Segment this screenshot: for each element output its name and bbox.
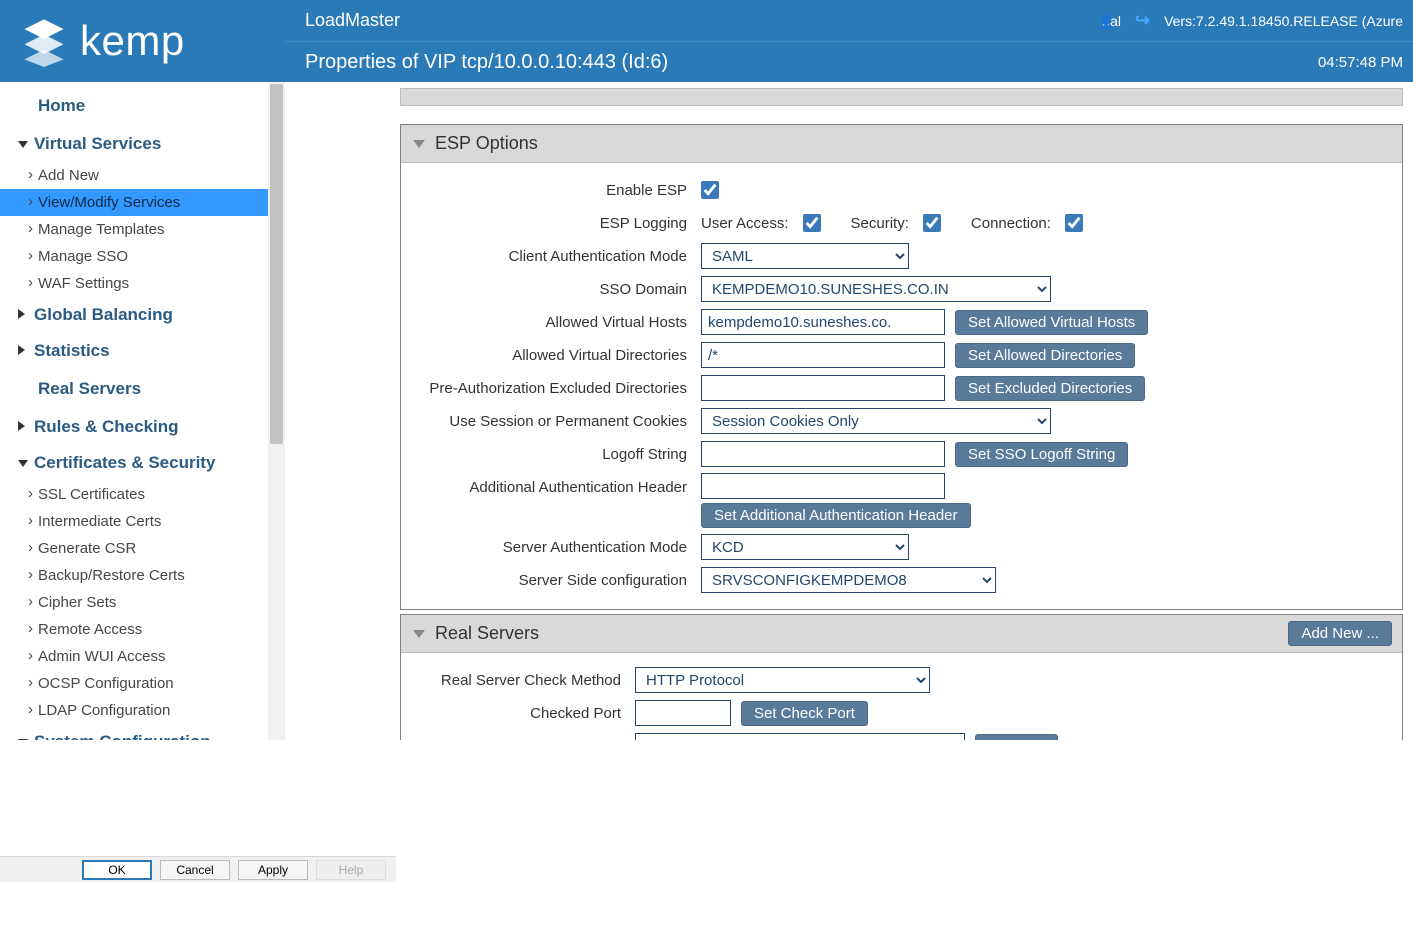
input-logoff-string[interactable] bbox=[701, 441, 945, 467]
app-header: kemp LoadMaster bal Vers:7.2.49.1.18450.… bbox=[0, 0, 1413, 82]
nav-group-statistics[interactable]: Statistics bbox=[0, 333, 268, 369]
nav-sub-ldap[interactable]: LDAP Configuration bbox=[0, 697, 268, 724]
select-client-auth-mode[interactable]: SAML bbox=[701, 243, 909, 269]
panel-esp-options: ESP Options Enable ESP ESP Logging User … bbox=[400, 124, 1403, 610]
nav-list: Home Virtual Services Add New View/Modif… bbox=[0, 82, 268, 740]
button-set-url[interactable]: Set URL bbox=[975, 734, 1058, 741]
kemp-logo-icon bbox=[18, 15, 70, 67]
collapsed-panel-previous[interactable] bbox=[400, 88, 1403, 106]
help-button: Help bbox=[316, 860, 386, 880]
label-checked-port: Checked Port bbox=[415, 705, 635, 722]
checkbox-log-security[interactable] bbox=[923, 214, 941, 232]
label-url: URL bbox=[415, 738, 635, 741]
label-allowed-dirs: Allowed Virtual Directories bbox=[415, 347, 701, 364]
label-enable-esp: Enable ESP bbox=[415, 182, 701, 199]
nav-real-servers[interactable]: Real Servers bbox=[0, 369, 268, 409]
nav-sub-backup-certs[interactable]: Backup/Restore Certs bbox=[0, 562, 268, 589]
nav-sub-remote-access[interactable]: Remote Access bbox=[0, 616, 268, 643]
brand-logo: kemp bbox=[0, 0, 285, 82]
input-url[interactable] bbox=[635, 733, 965, 740]
checkbox-log-connection[interactable] bbox=[1065, 214, 1083, 232]
button-add-new-rs[interactable]: Add New ... bbox=[1288, 621, 1392, 646]
nav-home[interactable]: Home bbox=[0, 86, 268, 126]
app-name: LoadMaster bbox=[305, 10, 400, 31]
label-server-side-cfg: Server Side configuration bbox=[415, 572, 701, 589]
input-add-auth-header[interactable] bbox=[701, 473, 945, 499]
sidebar-scrollbar[interactable] bbox=[268, 82, 285, 740]
nav-sub-manage-templates[interactable]: Manage Templates bbox=[0, 216, 268, 243]
cancel-button[interactable]: Cancel bbox=[160, 860, 230, 880]
ok-button[interactable]: OK bbox=[82, 860, 152, 880]
panel-body-esp: Enable ESP ESP Logging User Access: Secu… bbox=[401, 163, 1402, 609]
label-allowed-hosts: Allowed Virtual Hosts bbox=[415, 314, 701, 331]
button-set-excluded-dirs[interactable]: Set Excluded Directories bbox=[955, 376, 1145, 401]
logout-icon[interactable] bbox=[1135, 10, 1150, 31]
input-allowed-hosts[interactable] bbox=[701, 309, 945, 335]
select-server-auth-mode[interactable]: KCD bbox=[701, 534, 909, 560]
button-set-allowed-dirs[interactable]: Set Allowed Directories bbox=[955, 343, 1135, 368]
version-text: Vers:7.2.49.1.18450.RELEASE (Azure bbox=[1164, 13, 1403, 29]
label-sso-domain: SSO Domain bbox=[415, 281, 701, 298]
checkbox-enable-esp[interactable] bbox=[701, 181, 719, 199]
page-title: Properties of VIP tcp/10.0.0.10:443 (Id:… bbox=[305, 51, 668, 74]
user-block[interactable]: bal bbox=[1098, 13, 1121, 29]
label-use-cookies: Use Session or Permanent Cookies bbox=[415, 413, 701, 430]
header-sub-row: Properties of VIP tcp/10.0.0.10:443 (Id:… bbox=[285, 42, 1413, 82]
label-esp-logging: ESP Logging bbox=[415, 215, 701, 232]
brand-text: kemp bbox=[80, 17, 185, 65]
nav-sub-ocsp[interactable]: OCSP Configuration bbox=[0, 670, 268, 697]
nav-sub-cipher-sets[interactable]: Cipher Sets bbox=[0, 589, 268, 616]
panel-title-real-servers: Real Servers bbox=[435, 623, 539, 644]
label-log-security: Security: bbox=[851, 215, 909, 232]
button-set-check-port[interactable]: Set Check Port bbox=[741, 701, 868, 726]
nav-sub-add-new[interactable]: Add New bbox=[0, 162, 268, 189]
panel-header-esp[interactable]: ESP Options bbox=[401, 125, 1402, 163]
label-server-auth-mode: Server Authentication Mode bbox=[415, 539, 701, 556]
label-log-user-access: User Access: bbox=[701, 215, 789, 232]
button-set-logoff[interactable]: Set SSO Logoff String bbox=[955, 442, 1128, 467]
nav-sub-waf-settings[interactable]: WAF Settings bbox=[0, 270, 268, 297]
nav-sub-admin-wui[interactable]: Admin WUI Access bbox=[0, 643, 268, 670]
dialog-button-bar: OK Cancel Apply Help bbox=[0, 856, 396, 882]
nav-group-virtual-services[interactable]: Virtual Services bbox=[0, 126, 268, 162]
header-right: LoadMaster bal Vers:7.2.49.1.18450.RELEA… bbox=[285, 0, 1413, 82]
chevron-down-icon bbox=[413, 140, 425, 148]
nav-group-system-config[interactable]: System Configuration bbox=[0, 724, 268, 740]
label-logoff-string: Logoff String bbox=[415, 446, 701, 463]
checkbox-log-user-access[interactable] bbox=[803, 214, 821, 232]
input-allowed-dirs[interactable] bbox=[701, 342, 945, 368]
select-server-side-cfg[interactable]: SRVSCONFIGKEMPDEMO8 bbox=[701, 567, 996, 593]
label-check-method: Real Server Check Method bbox=[415, 672, 635, 689]
nav-sub-gen-csr[interactable]: Generate CSR bbox=[0, 535, 268, 562]
chevron-down-icon bbox=[413, 630, 425, 638]
panel-header-real-servers[interactable]: Real Servers Add New ... bbox=[401, 615, 1402, 653]
nav-sub-manage-sso[interactable]: Manage SSO bbox=[0, 243, 268, 270]
button-set-allowed-hosts[interactable]: Set Allowed Virtual Hosts bbox=[955, 310, 1148, 335]
apply-button[interactable]: Apply bbox=[238, 860, 308, 880]
label-add-auth-header: Additional Authentication Header bbox=[415, 473, 701, 496]
scrollbar-thumb[interactable] bbox=[270, 84, 283, 444]
panel-real-servers: Real Servers Add New ... Real Server Che… bbox=[400, 614, 1403, 740]
panel-body-real-servers: Real Server Check Method HTTP Protocol C… bbox=[401, 653, 1402, 740]
select-use-cookies[interactable]: Session Cookies Only bbox=[701, 408, 1051, 434]
input-checked-port[interactable] bbox=[635, 700, 731, 726]
header-top-row: LoadMaster bal Vers:7.2.49.1.18450.RELEA… bbox=[285, 0, 1413, 42]
label-log-connection: Connection: bbox=[971, 215, 1051, 232]
nav-group-rules-checking[interactable]: Rules & Checking bbox=[0, 409, 268, 445]
nav-group-global-balancing[interactable]: Global Balancing bbox=[0, 297, 268, 333]
button-set-add-auth-header[interactable]: Set Additional Authentication Header bbox=[701, 503, 971, 528]
nav-sub-ssl-certs[interactable]: SSL Certificates bbox=[0, 481, 268, 508]
input-preauth-excl[interactable] bbox=[701, 375, 945, 401]
select-sso-domain[interactable]: KEMPDEMO10.SUNESHES.CO.IN bbox=[701, 276, 1051, 302]
select-check-method[interactable]: HTTP Protocol bbox=[635, 667, 930, 693]
nav-sub-int-certs[interactable]: Intermediate Certs bbox=[0, 508, 268, 535]
label-preauth-excl: Pre-Authorization Excluded Directories bbox=[415, 380, 701, 397]
label-client-auth-mode: Client Authentication Mode bbox=[415, 248, 701, 265]
panel-title-esp: ESP Options bbox=[435, 133, 538, 154]
sidebar: Home Virtual Services Add New View/Modif… bbox=[0, 82, 285, 740]
nav-sub-view-modify[interactable]: View/Modify Services bbox=[0, 189, 268, 216]
main-content: ESP Options Enable ESP ESP Logging User … bbox=[285, 82, 1413, 740]
nav-group-certs-security[interactable]: Certificates & Security bbox=[0, 445, 268, 481]
clock: 04:57:48 PM bbox=[1318, 54, 1403, 71]
